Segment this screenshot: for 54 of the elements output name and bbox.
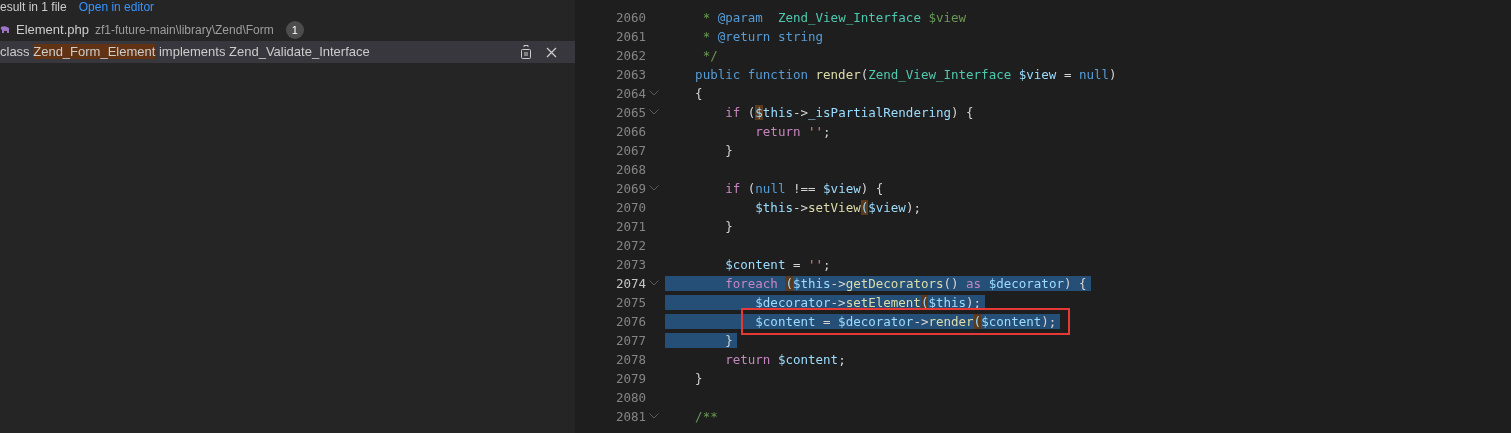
line-number: 2076 <box>614 313 646 331</box>
code-line: * @return string <box>702 29 825 44</box>
line-number: 2070 <box>614 199 646 217</box>
line-number: 2065 <box>614 104 646 122</box>
line-number: 2073 <box>614 256 646 274</box>
line-number: 2081 <box>614 408 646 426</box>
selection-highlight <box>665 276 726 291</box>
fold-chevron-icon[interactable] <box>649 184 659 191</box>
fold-chevron-icon[interactable] <box>649 89 659 96</box>
line-number: 2074 <box>614 275 646 293</box>
code-line: } <box>725 219 734 234</box>
file-path: zf1-future-main\library\Zend\Form <box>95 22 274 39</box>
search-result-row[interactable]: class Zend_Form_Element implements Zend_Validate_Interface <box>0 41 575 63</box>
line-number: 2060 <box>614 9 646 27</box>
code-line: { <box>695 86 704 101</box>
code-line: return $content; <box>725 352 847 367</box>
line-number: 2079 <box>614 370 646 388</box>
line-number: 2068 <box>614 161 646 179</box>
replace-icon[interactable] <box>520 45 532 59</box>
line-number: 2078 <box>614 351 646 369</box>
code-line: $content = ''; <box>725 257 832 272</box>
selection-highlight <box>665 333 726 348</box>
file-name[interactable]: Element.php <box>16 20 89 40</box>
line-number: 2072 <box>614 237 646 255</box>
code-line: $this->setView($view); <box>755 200 922 215</box>
line-number: 2077 <box>614 332 646 350</box>
code-line: } <box>725 143 734 158</box>
code-line: /** <box>695 409 719 424</box>
line-number: 2061 <box>614 28 646 46</box>
line-number: 2075 <box>614 294 646 312</box>
line-number: 2080 <box>614 389 646 407</box>
code-line: * @param Zend_View_Interface $view <box>702 10 968 25</box>
line-number: 2069 <box>614 180 646 198</box>
code-line: */ <box>702 48 719 63</box>
fold-chevron-icon[interactable] <box>649 412 659 419</box>
result-summary: esult in 1 file <box>0 0 67 15</box>
code-line: return ''; <box>755 124 832 139</box>
match-count-badge: 1 <box>285 21 304 39</box>
line-number: 2062 <box>614 47 646 65</box>
line-number: 2071 <box>614 218 646 236</box>
code-line: } <box>695 371 704 386</box>
code-line: public function render(Zend_View_Interface $view = null) <box>695 67 1118 82</box>
fold-chevron-icon[interactable] <box>649 108 659 115</box>
elephant-icon <box>0 25 10 35</box>
line-number: 2067 <box>614 142 646 160</box>
code-line: if ($this->_isPartialRendering) { <box>725 105 975 120</box>
line-number: 2066 <box>614 123 646 141</box>
open-in-editor-link[interactable]: Open in editor <box>78 0 155 15</box>
line-number: 2064 <box>614 85 646 103</box>
fold-chevron-icon[interactable] <box>649 279 659 286</box>
line-number: 2063 <box>614 66 646 84</box>
code-line: if (null !== $view) { <box>725 181 885 196</box>
match-text: class Zend_Form_Element implements Zend_Validate_Interface <box>0 43 371 62</box>
close-icon[interactable] <box>546 46 557 58</box>
